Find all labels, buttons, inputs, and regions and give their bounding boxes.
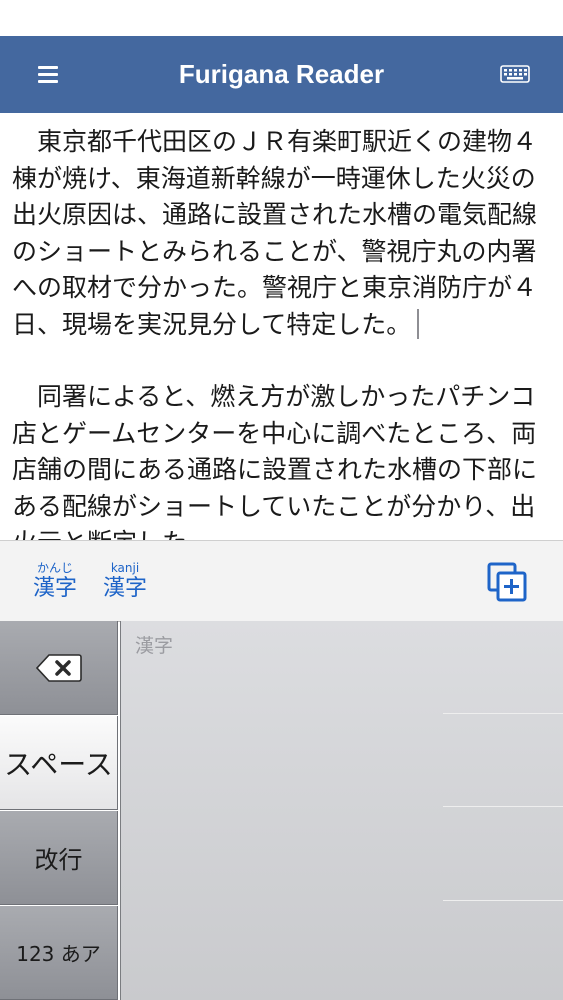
navigation-bar: Furigana Reader <box>0 36 563 113</box>
ruby-base: 漢字 <box>102 576 147 601</box>
input-mode-key[interactable]: 123 あア <box>0 906 118 1000</box>
ruby-reading: かんじ <box>36 561 73 575</box>
reading-text-area[interactable]: 東京都千代田区のＪＲ有楽町駅近くの建物４棟が焼け、東海道新幹線が一時運休した火災… <box>12 120 552 540</box>
romaji-ruby-option[interactable]: kanji 漢字 <box>100 561 150 603</box>
paragraph-text: 同署によると、燃え方が激しかったパチンコ店とゲームセンターを中心に調べたところ、… <box>12 382 538 540</box>
ruby-reading: kanji <box>110 561 140 575</box>
app-title: Furigana Reader <box>178 59 385 89</box>
ruby-base: 漢字 <box>32 576 77 601</box>
status-bar <box>0 0 563 36</box>
backspace-icon <box>35 653 82 682</box>
space-key[interactable]: スペース <box>0 716 118 810</box>
keyboard-input-area[interactable]: 漢字 <box>120 621 563 1000</box>
divider <box>443 713 563 714</box>
divider <box>443 806 563 807</box>
paragraph-text: 東京都千代田区のＪＲ有楽町駅近くの建物４棟が焼け、東海道新幹線が一時運休した火災… <box>12 127 538 339</box>
furigana-conversion-bar: かんじ 漢字 kanji 漢字 <box>0 540 563 622</box>
hiragana-ruby-option[interactable]: かんじ 漢字 <box>30 561 80 603</box>
paragraph: 同署によると、燃え方が激しかったパチンコ店とゲームセンターを中心に調べたところ、… <box>12 379 552 540</box>
copy-add-icon[interactable] <box>486 561 528 603</box>
input-placeholder: 漢字 <box>135 635 174 657</box>
return-key[interactable]: 改行 <box>0 811 118 905</box>
divider <box>443 900 563 901</box>
delete-key[interactable] <box>0 621 118 715</box>
hamburger-menu-icon[interactable] <box>26 54 70 94</box>
keyboard-icon[interactable] <box>500 64 530 84</box>
keyboard-function-keys: スペース 改行 123 あア <box>0 621 120 1000</box>
paragraph: 東京都千代田区のＪＲ有楽町駅近くの建物４棟が焼け、東海道新幹線が一時運休した火災… <box>12 124 552 343</box>
text-caret <box>417 308 420 339</box>
